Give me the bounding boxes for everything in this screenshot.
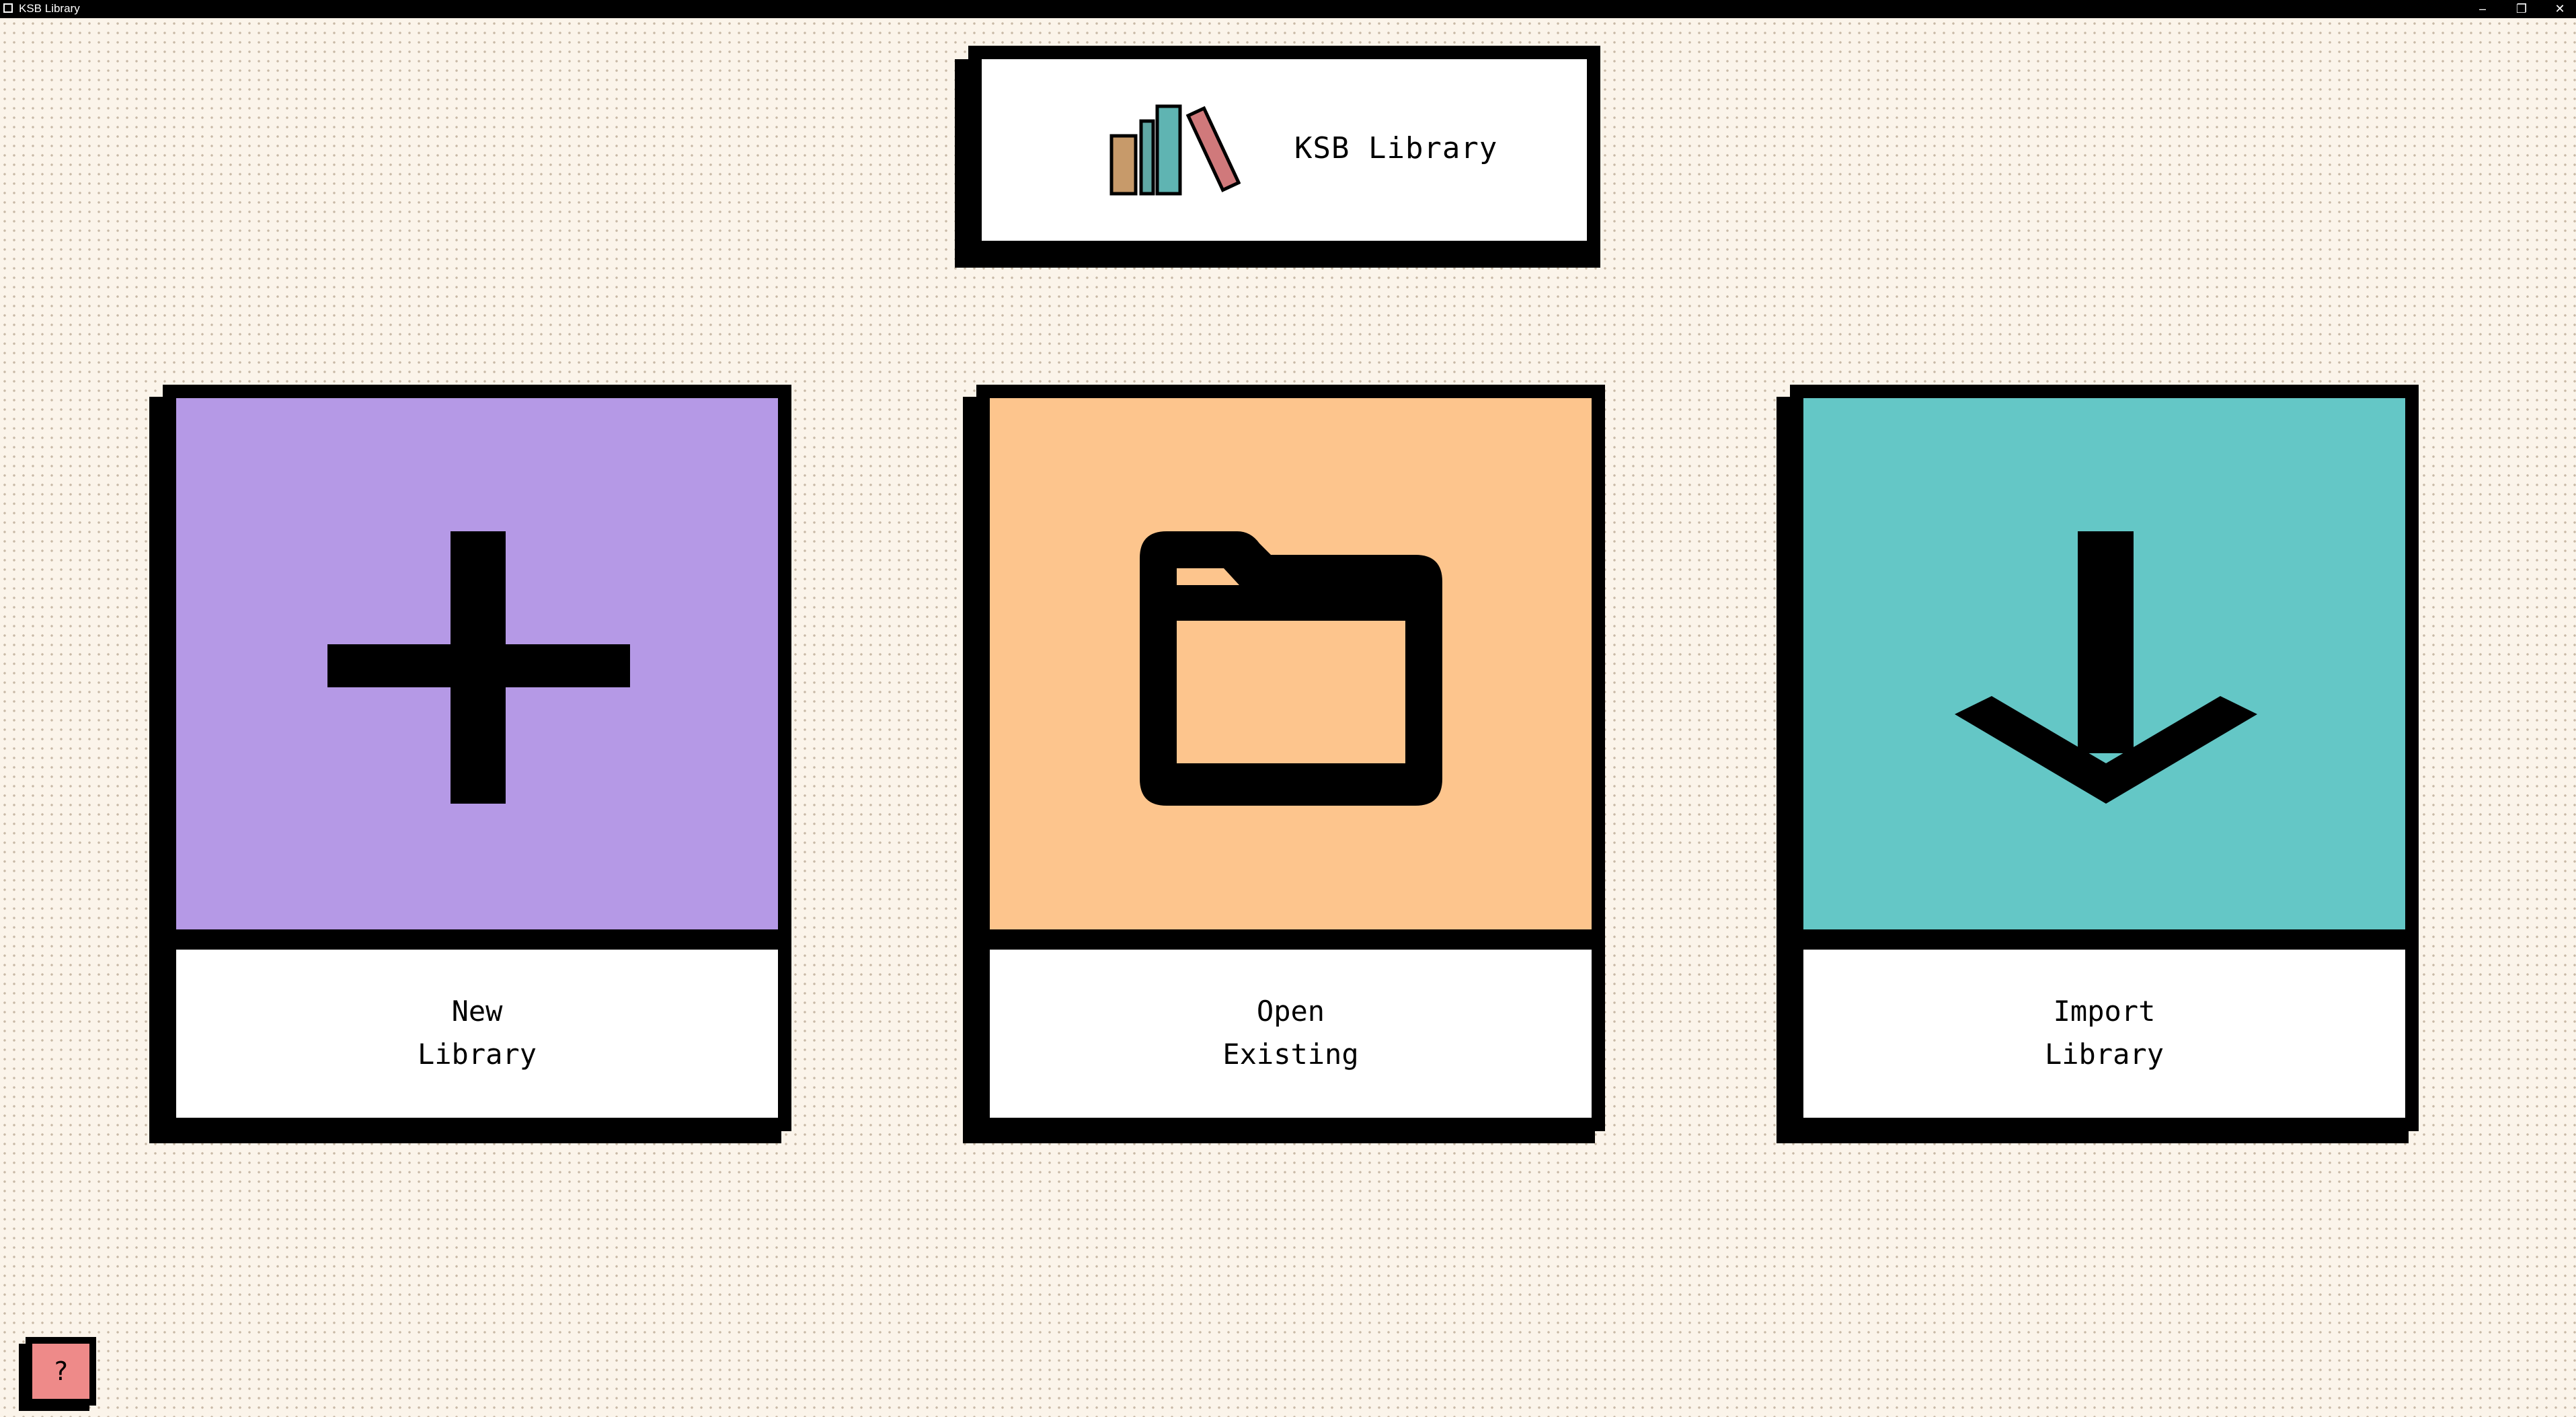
open-existing-label: Open Existing (1222, 995, 1359, 1071)
help-button[interactable]: ? (19, 1337, 96, 1412)
maximize-button[interactable]: ❐ (2507, 1, 2536, 17)
bookshelf-icon (1109, 104, 1241, 196)
app-title: KSB Library (1294, 131, 1498, 165)
import-library-label: Import Library (2044, 995, 2164, 1071)
help-label: ? (53, 1356, 69, 1386)
open-existing-button[interactable]: Open Existing (963, 385, 1605, 1143)
window-titlebar: KSB Library – ❐ ✕ (0, 0, 2576, 18)
close-button[interactable]: ✕ (2545, 1, 2575, 17)
minimize-button[interactable]: – (2468, 1, 2497, 17)
new-library-button[interactable]: New Library (149, 385, 791, 1143)
download-arrow-icon (1955, 531, 2257, 804)
new-library-label: New Library (417, 995, 537, 1071)
folder-icon (1140, 531, 1442, 806)
app-header-card (955, 46, 1600, 268)
import-library-button[interactable]: Import Library (1777, 385, 2419, 1143)
window-title: KSB Library (19, 2, 80, 15)
plus-icon (327, 531, 630, 804)
app-icon (3, 3, 13, 13)
